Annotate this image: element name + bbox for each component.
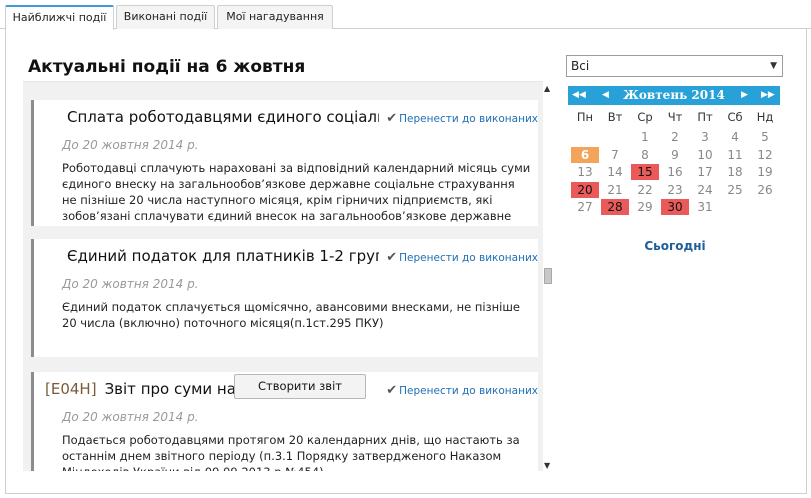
calendar-day[interactable]: 18 xyxy=(721,164,749,180)
event-description: Подається роботодавцями протягом 20 кале… xyxy=(62,433,520,471)
scrollbar-thumb[interactable] xyxy=(544,268,552,284)
event-list-scrollbar[interactable]: ▲ ▼ xyxy=(543,84,554,470)
event-description: Єдиний податок сплачується щомісячно, ав… xyxy=(62,300,520,330)
calendar-day[interactable]: 13 xyxy=(571,164,599,180)
calendar-day[interactable]: 15 xyxy=(631,164,659,180)
move-to-completed-label: Перенести до виконаних xyxy=(399,113,538,125)
next-month-icon[interactable]: ▶ xyxy=(741,86,748,105)
event-filter-select[interactable]: Всі ▼ xyxy=(566,55,783,77)
calendar-day[interactable]: 22 xyxy=(631,182,659,198)
calendar-day[interactable]: 17 xyxy=(691,164,719,180)
calendar-day[interactable]: 8 xyxy=(631,147,659,163)
calendar-weekday-label: Чт xyxy=(667,110,683,124)
calendar-day[interactable]: 26 xyxy=(751,182,779,198)
checkmark-icon: ✔ xyxy=(386,111,398,126)
calendar-header: Жовтень 2014 ◀◀ ◀ ▶ ▶▶ xyxy=(568,86,780,105)
move-to-completed-label: Перенести до виконаних xyxy=(399,385,538,397)
event-description: Роботодавці сплачують нараховані за відп… xyxy=(62,161,531,226)
event-title-text: Єдиний податок для платників 1-2 групи xyxy=(67,247,379,265)
tab-bar: Найближчі події Виконані події Мої нагад… xyxy=(0,0,811,30)
tab-my-reminders[interactable]: Мої нагадування xyxy=(217,5,333,29)
calendar-day[interactable]: 20 xyxy=(571,181,599,198)
calendar-month-title: Жовтень 2014 xyxy=(623,88,725,102)
event-code: [E04H] xyxy=(45,380,97,398)
calendar-day[interactable]: 21 xyxy=(601,182,629,198)
calendar-day[interactable]: 24 xyxy=(691,182,719,198)
previous-month-icon[interactable]: ◀ xyxy=(602,86,609,105)
calendar-day[interactable]: 29 xyxy=(631,199,659,215)
calendar-day[interactable]: 19 xyxy=(751,164,779,180)
calendar-weekday-label: Ср xyxy=(637,110,653,124)
calendar-day[interactable]: 25 xyxy=(721,182,749,198)
calendar-day[interactable]: 14 xyxy=(601,164,629,180)
page-title: Актуальні події на 6 жовтня xyxy=(28,57,306,77)
create-report-button[interactable]: Створити звіт xyxy=(234,374,366,399)
calendar-day[interactable]: 12 xyxy=(751,147,779,163)
calendar-weekday-label: Нд xyxy=(756,110,774,124)
calendar-day[interactable]: 7 xyxy=(601,147,629,163)
event-title: Сплата роботодавцями єдиного соціального… xyxy=(59,108,379,126)
tab-upcoming-events[interactable]: Найближчі події xyxy=(5,5,114,30)
move-to-completed-link[interactable]: ✔ Перенести до виконаних xyxy=(384,111,538,126)
calendar-day[interactable]: 31 xyxy=(691,199,719,215)
calendar-day[interactable]: 27 xyxy=(571,199,599,215)
move-to-completed-link[interactable]: ✔ Перенести до виконаних xyxy=(384,250,538,265)
calendar-day[interactable]: 2 xyxy=(661,129,689,145)
event-due-date: До 20 жовтня 2014 р. xyxy=(62,138,199,152)
calendar-day[interactable]: 28 xyxy=(601,199,629,215)
event-filter-value: Всі xyxy=(571,59,590,73)
calendar-day[interactable]: 5 xyxy=(751,129,779,145)
event-due-date: До 20 жовтня 2014 р. xyxy=(62,410,199,424)
event-list[interactable]: Сплата роботодавцями єдиного соціального… xyxy=(23,81,543,471)
tab-completed-events[interactable]: Виконані події xyxy=(116,5,215,29)
calendar-day[interactable]: 16 xyxy=(661,164,689,180)
calendar-day-today[interactable]: 6 xyxy=(571,146,599,163)
move-to-completed-link[interactable]: ✔ Перенести до виконаних xyxy=(384,383,538,398)
scroll-up-arrow-icon[interactable]: ▲ xyxy=(544,84,550,93)
today-link[interactable]: Сьогодні xyxy=(568,239,782,253)
calendar-day[interactable]: 10 xyxy=(691,147,719,163)
event-accent-bar xyxy=(31,239,34,357)
event-accent-bar xyxy=(31,100,34,226)
calendar-weekday-label: Пн xyxy=(576,110,594,124)
calendar-day[interactable]: 9 xyxy=(661,147,689,163)
scroll-down-arrow-icon[interactable]: ▼ xyxy=(544,461,550,470)
calendar-day[interactable]: 1 xyxy=(631,129,659,145)
next-year-icon[interactable]: ▶▶ xyxy=(761,86,775,105)
event-due-date: До 20 жовтня 2014 р. xyxy=(62,277,199,291)
event-title-text: Сплата роботодавцями єдиного соціального… xyxy=(67,108,379,126)
previous-year-icon[interactable]: ◀◀ xyxy=(572,86,586,105)
calendar-day[interactable]: 30 xyxy=(661,199,689,215)
event-card: Сплата роботодавцями єдиного соціального… xyxy=(31,100,538,226)
calendar-weekday-label: Пт xyxy=(697,110,713,124)
checkmark-icon: ✔ xyxy=(386,250,398,265)
event-list-content: Сплата роботодавцями єдиного соціального… xyxy=(23,82,543,471)
move-to-completed-label: Перенести до виконаних xyxy=(399,252,538,264)
calendar-day[interactable]: 11 xyxy=(721,147,749,163)
calendar-weekday-label: Вт xyxy=(607,110,623,124)
calendar-day[interactable]: 4 xyxy=(721,129,749,145)
calendar-day[interactable]: 23 xyxy=(661,182,689,198)
calendar-weekday-label: Сб xyxy=(727,110,743,124)
chevron-down-icon: ▼ xyxy=(770,61,777,71)
calendar-day[interactable]: 3 xyxy=(691,129,719,145)
event-title: Єдиний податок для платників 1-2 групи xyxy=(59,247,379,265)
event-accent-bar xyxy=(31,372,34,471)
checkmark-icon: ✔ xyxy=(386,383,398,398)
event-card: Єдиний податок для платників 1-2 групи ✔… xyxy=(31,239,538,357)
